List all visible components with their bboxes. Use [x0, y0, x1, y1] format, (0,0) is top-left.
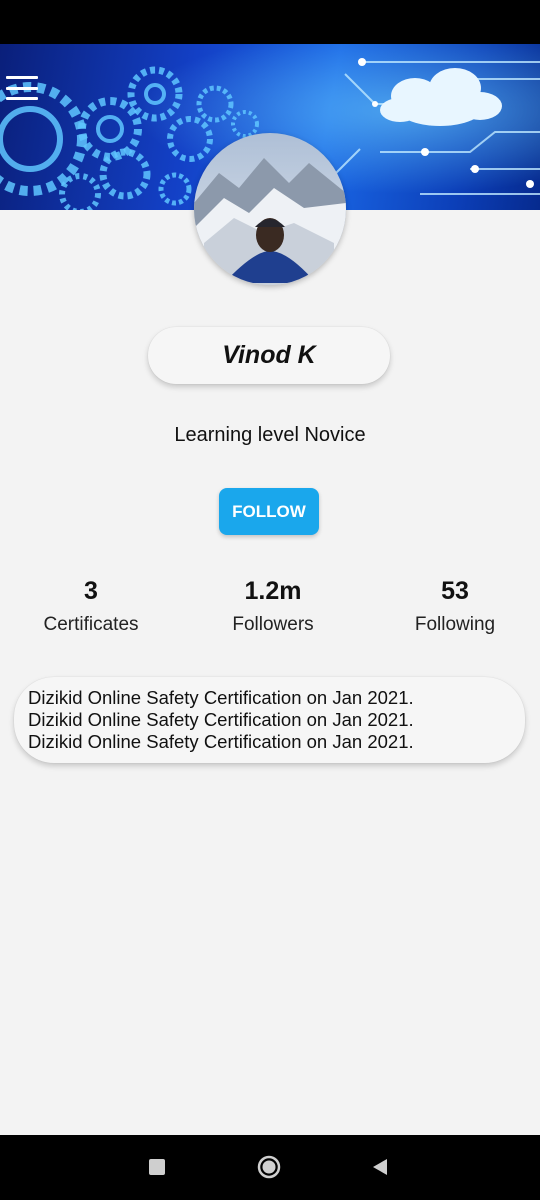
list-item: Dizikid Online Safety Certification on J…	[28, 687, 414, 708]
circle-icon	[257, 1155, 281, 1179]
stat-value: 53	[441, 577, 469, 605]
status-bar	[0, 0, 540, 44]
menu-button[interactable]	[6, 76, 38, 100]
hamburger-menu-icon	[6, 76, 38, 79]
stat-value: 1.2m	[244, 577, 302, 605]
stat-following[interactable]: 53 Following	[375, 576, 535, 636]
profile-name-card: Vinod K	[148, 327, 390, 384]
stat-certificates[interactable]: 3 Certificates	[11, 576, 171, 636]
follow-button[interactable]: FOLLOW	[219, 488, 319, 535]
back-triangle-icon	[373, 1159, 387, 1175]
stat-followers[interactable]: 1.2m Followers	[193, 576, 353, 636]
system-navigation-bar	[0, 1135, 540, 1200]
back-button[interactable]	[371, 1158, 389, 1176]
avatar-photo	[194, 133, 346, 285]
certificates-list[interactable]: Dizikid Online Safety Certification on J…	[28, 687, 508, 753]
list-item: Dizikid Online Safety Certification on J…	[28, 709, 414, 730]
stat-label: Followers	[232, 614, 314, 635]
profile-name: Vinod K	[222, 341, 316, 369]
stat-value: 3	[84, 577, 98, 605]
stat-label: Certificates	[43, 614, 139, 635]
avatar[interactable]	[194, 133, 346, 285]
learning-level: Learning level Novice	[174, 424, 366, 446]
list-item: Dizikid Online Safety Certification on J…	[28, 731, 414, 752]
certificates-card[interactable]: Dizikid Online Safety Certification on J…	[14, 677, 525, 763]
recents-button[interactable]	[149, 1159, 165, 1175]
stat-label: Following	[414, 614, 496, 635]
home-button[interactable]	[257, 1155, 281, 1179]
